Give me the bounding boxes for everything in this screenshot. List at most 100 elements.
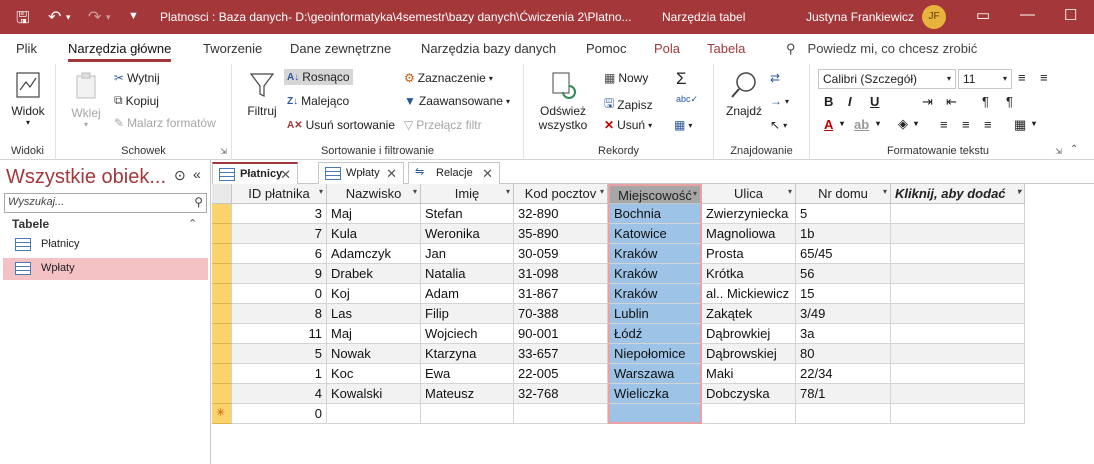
chevron-down-icon[interactable]: ▾ [883, 187, 887, 196]
table-cell[interactable]: Wieliczka [608, 384, 702, 404]
table-cell[interactable]: 0 [232, 284, 327, 304]
column-header[interactable]: Nr domu ▾ [796, 184, 891, 204]
table-cell[interactable]: Bochnia [608, 204, 702, 224]
table-cell[interactable]: Krótka [702, 264, 796, 284]
row-selector[interactable] [212, 264, 232, 284]
table-cell[interactable]: 65/45 [796, 244, 891, 264]
table-cell[interactable]: 3/49 [796, 304, 891, 324]
select-all-corner[interactable] [212, 184, 232, 204]
bold-icon[interactable]: B [824, 94, 833, 109]
table-cell[interactable]: Koc [327, 364, 421, 384]
ltr-icon[interactable]: ¶ [982, 94, 989, 109]
sort-ascending-button[interactable]: A↓ Rosnąco [284, 69, 353, 85]
table-cell[interactable]: 11 [232, 324, 327, 344]
table-cell[interactable]: Kraków [608, 284, 702, 304]
table-cell[interactable] [891, 244, 1025, 264]
table-cell[interactable] [891, 264, 1025, 284]
row-selector[interactable] [212, 344, 232, 364]
table-cell[interactable]: Warszawa [608, 364, 702, 384]
table-cell[interactable]: Łódź [608, 324, 702, 344]
table-cell[interactable]: 35-890 [514, 224, 608, 244]
filter-button[interactable]: Filtruj [244, 70, 280, 118]
column-header[interactable]: Imię ▾ [421, 184, 514, 204]
close-icon[interactable]: ✕ [386, 166, 397, 182]
tell-me-search[interactable]: ⚲ Powiedz mi, co chcesz zrobić [786, 41, 977, 57]
nav-header[interactable]: Wszystkie obiek... [6, 166, 166, 189]
font-color-icon[interactable]: A [824, 117, 833, 132]
bullets-icon[interactable]: ≡ [1018, 70, 1026, 85]
more-records-button[interactable]: ▦ ▾ [674, 118, 692, 132]
table-cell[interactable]: 1 [232, 364, 327, 384]
tab-pomoc[interactable]: Pomoc [586, 41, 626, 56]
advanced-filter-button[interactable]: ▼ Zaawansowane ▾ [404, 94, 510, 108]
new-record-cell[interactable] [796, 404, 891, 424]
rtl-icon[interactable]: ¶ [1006, 94, 1013, 109]
table-cell[interactable]: Kowalski [327, 384, 421, 404]
save-icon[interactable]: 🖫 [16, 7, 30, 34]
column-header[interactable]: Kliknij, aby dodać ▾ [891, 184, 1025, 204]
avatar[interactable]: JF [922, 5, 946, 29]
new-record-selector[interactable]: ✳ [212, 404, 232, 424]
table-cell[interactable]: Las [327, 304, 421, 324]
tab-narzedzia-bazy-danych[interactable]: Narzędzia bazy danych [421, 41, 556, 56]
align-right-icon[interactable]: ≡ [984, 117, 992, 132]
new-record-cell[interactable] [327, 404, 421, 424]
table-cell[interactable]: Weronika [421, 224, 514, 244]
close-icon[interactable]: ✕ [280, 167, 291, 183]
table-cell[interactable]: Nowak [327, 344, 421, 364]
table-cell[interactable]: 31-098 [514, 264, 608, 284]
table-cell[interactable]: Dąbrowskiej [702, 344, 796, 364]
chevron-down-icon[interactable]: ▾ [1017, 187, 1021, 196]
chevron-down-icon[interactable]: ▾ [506, 187, 510, 196]
chevron-down-icon[interactable]: ▾ [1032, 119, 1036, 128]
doc-tab-wplaty[interactable]: Wpłaty ✕ [318, 162, 404, 184]
nav-menu-icon[interactable]: ⊙ [174, 167, 186, 184]
table-cell[interactable]: Ktarzyna [421, 344, 514, 364]
table-cell[interactable]: 32-890 [514, 204, 608, 224]
view-button[interactable]: Widok ▾ [8, 70, 48, 127]
font-size-select[interactable]: 11 ▾ [958, 69, 1012, 89]
table-cell[interactable]: 90-001 [514, 324, 608, 344]
column-header[interactable]: Kod pocztov ▾ [514, 184, 608, 204]
table-cell[interactable]: Adamczyk [327, 244, 421, 264]
tab-pola[interactable]: Pola [654, 41, 680, 56]
indent-icon[interactable]: ⇥ [922, 94, 933, 110]
table-cell[interactable]: Filip [421, 304, 514, 324]
gridlines-icon[interactable]: ▦ [1014, 117, 1026, 133]
table-cell[interactable]: 9 [232, 264, 327, 284]
tab-tabela[interactable]: Tabela [707, 41, 745, 56]
table-cell[interactable]: 6 [232, 244, 327, 264]
chevron-down-icon[interactable]: ▾ [319, 187, 323, 196]
table-cell[interactable]: 70-388 [514, 304, 608, 324]
maximize-icon[interactable]: ☐ [1064, 6, 1077, 24]
font-name-select[interactable]: Calibri (Szczegół) ▾ [818, 69, 956, 89]
table-cell[interactable]: Dobczyska [702, 384, 796, 404]
new-record-cell[interactable] [608, 404, 702, 424]
table-cell[interactable]: 32-768 [514, 384, 608, 404]
align-center-icon[interactable]: ≡ [962, 117, 970, 132]
row-selector[interactable] [212, 224, 232, 244]
table-cell[interactable]: Katowice [608, 224, 702, 244]
spelling-button[interactable]: abc✓ [676, 94, 698, 105]
undo-dropdown-icon[interactable]: ▾ [66, 12, 71, 23]
table-cell[interactable]: Kula [327, 224, 421, 244]
table-cell[interactable]: Drabek [327, 264, 421, 284]
table-cell[interactable]: 80 [796, 344, 891, 364]
table-cell[interactable]: Prosta [702, 244, 796, 264]
table-cell[interactable]: al.. Mickiewicz [702, 284, 796, 304]
numbering-icon[interactable]: ≡ [1040, 70, 1048, 85]
table-cell[interactable]: Magnoliowa [702, 224, 796, 244]
table-cell[interactable] [891, 344, 1025, 364]
underline-icon[interactable]: U [870, 94, 879, 109]
table-cell[interactable]: Stefan [421, 204, 514, 224]
column-header[interactable]: Miejscowość ▾ [608, 184, 702, 204]
minimize-icon[interactable]: — [1020, 6, 1035, 23]
dialog-launcher-icon[interactable]: ⇲ [1055, 147, 1062, 156]
replace-button[interactable]: ⇄ [770, 71, 780, 85]
row-selector[interactable] [212, 324, 232, 344]
table-cell[interactable]: Wojciech [421, 324, 514, 344]
new-record-button[interactable]: ▦ Nowy [604, 71, 648, 85]
new-record-cell[interactable] [421, 404, 514, 424]
close-icon[interactable]: ✕ [482, 166, 493, 182]
table-cell[interactable] [891, 204, 1025, 224]
